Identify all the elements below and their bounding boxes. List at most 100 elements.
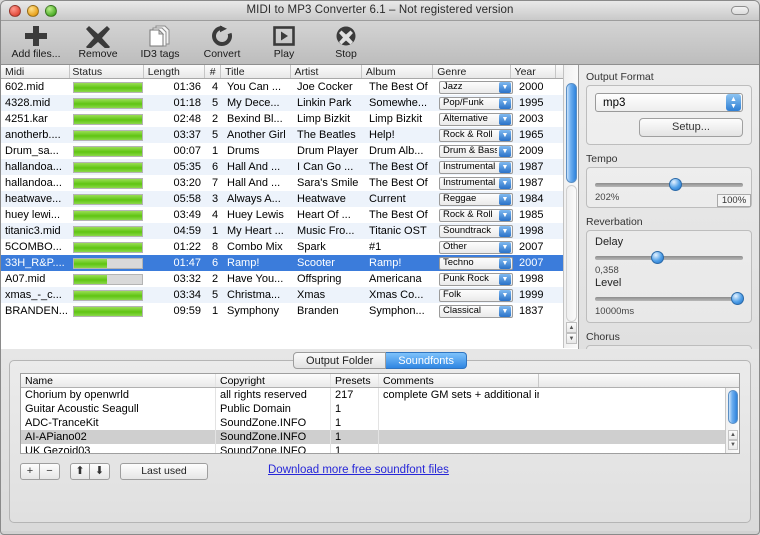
stop-button[interactable]: Stop [315, 21, 377, 65]
file-table-scroll-track[interactable] [566, 185, 577, 322]
soundfont-table-body[interactable]: Chorium by openwrld all rights reserved 21… [21, 388, 739, 453]
download-soundfonts-link[interactable]: Download more free soundfont files [268, 464, 449, 476]
table-row[interactable]: huey lewi... 03:49 4 Huey Lewis Heart Of ...… [1, 207, 578, 223]
table-row[interactable]: anotherb.... 03:37 5 Another Girl The Beatle… [1, 127, 578, 143]
table-row[interactable]: hallandoa... 03:20 7 Hall And ... Sara's Smi… [1, 175, 578, 191]
genre-dropdown[interactable]: Rock & Roll ▼ [439, 128, 513, 142]
move-down-button[interactable]: ⬇ [90, 463, 110, 480]
chevron-down-icon[interactable]: ▼ [499, 97, 511, 109]
table-row[interactable]: 33H_R&P.... 01:47 6 Ramp! Scooter Ramp! Techno… [1, 255, 578, 271]
genre-dropdown[interactable]: Instrumental ▼ [439, 176, 513, 190]
soundfont-remove-button[interactable]: − [40, 463, 60, 480]
tab-output-folder[interactable]: Output Folder [293, 352, 387, 369]
chevron-down-icon[interactable]: ▼ [499, 273, 511, 285]
soundfont-row[interactable]: ADC-TranceKit SoundZone.INFO 1 [21, 416, 739, 430]
scroll-down-icon[interactable]: ▼ [566, 333, 577, 344]
chevron-down-icon[interactable]: ▼ [499, 113, 511, 125]
sf-column-header-name[interactable]: Name [21, 374, 216, 387]
genre-dropdown[interactable]: Folk ▼ [439, 288, 513, 302]
soundfont-scrollbar[interactable]: ▲ ▼ [725, 388, 739, 453]
chevron-down-icon[interactable]: ▼ [499, 225, 511, 237]
table-row[interactable]: 602.mid 01:36 4 You Can ... Joe Cocker The Be… [1, 79, 578, 95]
genre-dropdown[interactable]: Soundtrack ▼ [439, 224, 513, 238]
column-header-genre[interactable]: Genre [433, 65, 511, 78]
id3-tags-button[interactable]: ID3 tags [129, 21, 191, 65]
tempo-slider-knob[interactable] [669, 178, 682, 191]
add-files-button[interactable]: Add files... [5, 21, 67, 65]
table-row[interactable]: titanic3.mid 04:59 1 My Heart ... Music Fro.… [1, 223, 578, 239]
genre-dropdown[interactable]: Techno ▼ [439, 256, 513, 270]
tab-soundfonts[interactable]: Soundfonts [386, 352, 467, 369]
chevron-down-icon[interactable]: ▼ [499, 177, 511, 189]
last-used-button[interactable]: Last used [120, 463, 208, 480]
play-button[interactable]: Play [253, 21, 315, 65]
file-table-scroll-thumb[interactable] [566, 83, 577, 183]
genre-dropdown[interactable]: Drum & Bass ▼ [439, 144, 513, 158]
output-format-select[interactable]: mp3 ▲ ▼ [595, 93, 743, 112]
tempo-reset-button[interactable]: 100% [717, 194, 751, 207]
chevron-down-icon[interactable]: ▼ [499, 193, 511, 205]
output-format-setup-button[interactable]: Setup... [639, 118, 743, 137]
reverb-delay-slider[interactable] [595, 250, 743, 264]
table-row[interactable]: xmas_-_c... 03:34 5 Christma... Xmas Xmas Co.… [1, 287, 578, 303]
table-row[interactable]: Drum_sa... 00:07 1 Drums Drum Player Drum Alb… [1, 143, 578, 159]
soundfont-row[interactable]: AI-APiano02 SoundZone.INFO 1 [21, 430, 739, 444]
chevron-down-icon[interactable]: ▼ [499, 305, 511, 317]
reverb-level-knob[interactable] [731, 292, 745, 305]
file-table-scrollbar[interactable]: ▲ ▼ [563, 65, 578, 348]
soundfont-scroll-arrows[interactable]: ▲ ▼ [728, 430, 738, 452]
column-header-midi[interactable]: Midi [1, 65, 71, 78]
table-row[interactable]: heatwave... 05:58 3 Always A... Heatwave Curr… [1, 191, 578, 207]
table-row[interactable]: hallandoa... 05:35 6 Hall And ... I Can Go .… [1, 159, 578, 175]
move-up-button[interactable]: ⬆ [70, 463, 90, 480]
genre-dropdown[interactable]: Instrumental ▼ [439, 160, 513, 174]
reverb-level-slider[interactable] [595, 291, 745, 305]
table-row[interactable]: 4328.mid 01:18 5 My Dece... Linkin Park Somew… [1, 95, 578, 111]
genre-dropdown[interactable]: Other ▼ [439, 240, 513, 254]
column-header-number[interactable]: # [205, 65, 222, 78]
genre-dropdown[interactable]: Alternative ▼ [439, 112, 513, 126]
genre-dropdown[interactable]: Pop/Funk ▼ [439, 96, 513, 110]
genre-dropdown[interactable]: Jazz ▼ [439, 80, 513, 94]
chevron-down-icon[interactable]: ▼ [499, 289, 511, 301]
sf-column-header-presets[interactable]: Presets [331, 374, 379, 387]
sf-scroll-up-icon[interactable]: ▲ [728, 430, 738, 440]
soundfont-row[interactable]: UK Gezoid03 SoundZone.INFO 1 [21, 444, 739, 453]
sf-scroll-down-icon[interactable]: ▼ [728, 440, 738, 450]
table-row[interactable]: A07.mid 03:32 2 Have You... Offspring America… [1, 271, 578, 287]
toolbar-toggle-button[interactable] [731, 6, 749, 15]
scroll-up-icon[interactable]: ▲ [566, 322, 577, 333]
stepper-arrows-icon[interactable]: ▲ ▼ [726, 94, 741, 111]
column-header-title[interactable]: Title [221, 65, 291, 78]
genre-dropdown[interactable]: Reggae ▼ [439, 192, 513, 206]
chevron-down-icon[interactable]: ▼ [499, 129, 511, 141]
file-table-scroll-arrows[interactable]: ▲ ▼ [566, 322, 577, 346]
column-header-status[interactable]: Status [70, 65, 144, 78]
soundfont-scroll-thumb[interactable] [728, 390, 738, 424]
sf-column-header-comments[interactable]: Comments [379, 374, 539, 387]
soundfont-table[interactable]: Name Copyright Presets Comments Chorium … [20, 373, 740, 454]
convert-button[interactable]: Convert [191, 21, 253, 65]
chevron-down-icon[interactable]: ▼ [499, 209, 511, 221]
table-row[interactable]: 5COMBO... 01:22 8 Combo Mix Spark #1 Other ▼ 200… [1, 239, 578, 255]
remove-button[interactable]: Remove [67, 21, 129, 65]
chevron-down-icon[interactable]: ▼ [499, 145, 511, 157]
sf-column-header-copyright[interactable]: Copyright [216, 374, 331, 387]
column-header-album[interactable]: Album [361, 65, 434, 78]
chevron-down-icon[interactable]: ▼ [499, 257, 511, 269]
genre-dropdown[interactable]: Classical ▼ [439, 304, 513, 318]
table-row[interactable]: 4251.kar 02:48 2 Bexind Bl... Limp Bizkit Lim… [1, 111, 578, 127]
table-row[interactable]: BRANDEN... 09:59 1 Symphony Branden Symphon..… [1, 303, 578, 319]
soundfont-add-button[interactable]: + [20, 463, 40, 480]
column-header-year[interactable]: Year [510, 65, 557, 78]
reverb-delay-knob[interactable] [651, 251, 665, 264]
tempo-slider[interactable] [595, 177, 743, 191]
column-header-length[interactable]: Length [143, 65, 206, 78]
genre-dropdown[interactable]: Punk Rock ▼ [439, 272, 513, 286]
soundfont-row[interactable]: Chorium by openwrld all rights reserved 21… [21, 388, 739, 402]
file-table-body[interactable]: 602.mid 01:36 4 You Can ... Joe Cocker The Be… [1, 79, 578, 348]
chevron-down-icon[interactable]: ▼ [499, 241, 511, 253]
soundfont-row[interactable]: Guitar Acoustic Seagull Public Domain 1 [21, 402, 739, 416]
chevron-down-icon[interactable]: ▼ [499, 161, 511, 173]
chevron-down-icon[interactable]: ▼ [499, 81, 511, 93]
